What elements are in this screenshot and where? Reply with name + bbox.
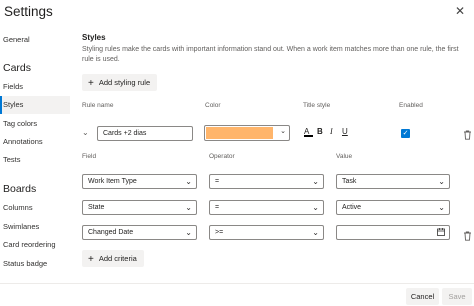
- criteria-date-picker[interactable]: [336, 225, 450, 240]
- nav-item-fields[interactable]: Fields: [0, 78, 70, 96]
- chevron-down-icon: ⌄: [438, 203, 445, 212]
- add-styling-rule-label: Add styling rule: [98, 78, 151, 87]
- footer-divider: [0, 283, 474, 284]
- chevron-down-icon: ⌄: [185, 177, 192, 186]
- criteria-value-value: Task: [342, 178, 357, 185]
- plus-icon: +: [88, 78, 94, 89]
- criteria-value-select[interactable]: Active ⌄: [336, 200, 450, 215]
- nav-item-card-reordering[interactable]: Card reordering: [0, 236, 70, 254]
- criteria-value-value: Active: [342, 204, 362, 211]
- nav-item-swimlanes[interactable]: Swimlanes: [0, 218, 70, 236]
- criteria-header-operator: Operator: [209, 153, 235, 160]
- nav-item-styles[interactable]: Styles: [0, 96, 70, 114]
- chevron-down-icon: ⌄: [185, 228, 192, 237]
- delete-rule-trash-icon[interactable]: [463, 127, 472, 145]
- section-description: Styling rules make the cards with import…: [82, 46, 459, 63]
- criteria-field-select[interactable]: State ⌄: [82, 200, 197, 215]
- criteria-field-value: State: [88, 204, 105, 211]
- add-criteria-label: Add criteria: [98, 254, 137, 263]
- criteria-field-value: Changed Date: [88, 229, 134, 236]
- expand-rule-chevron-icon[interactable]: ⌄: [82, 128, 89, 137]
- column-header-enabled: Enabled: [399, 102, 423, 109]
- chevron-down-icon: ⌄: [280, 128, 286, 135]
- criteria-operator-select[interactable]: = ⌄: [209, 200, 324, 215]
- criteria-header-field: Field: [82, 153, 97, 160]
- criteria-operator-value: =: [215, 204, 220, 211]
- page-title: Settings: [4, 4, 53, 19]
- check-icon: ✓: [402, 130, 409, 137]
- nav-item-tests[interactable]: Tests: [0, 151, 70, 169]
- criteria-operator-select[interactable]: = ⌄: [209, 174, 324, 189]
- column-header-rule-name: Rule name: [82, 102, 114, 109]
- criteria-operator-select[interactable]: >= ⌄: [209, 225, 324, 240]
- nav-item-status-badge[interactable]: Status badge: [0, 255, 70, 273]
- nav-item-general[interactable]: General: [0, 31, 70, 49]
- italic-button[interactable]: I: [330, 127, 333, 136]
- nav-item-columns[interactable]: Columns: [0, 199, 70, 217]
- add-styling-rule-button[interactable]: + Add styling rule: [82, 74, 158, 91]
- rule-color-picker[interactable]: ⌄: [204, 125, 290, 141]
- criteria-operator-value: =: [215, 178, 220, 185]
- criteria-field-select[interactable]: Work Item Type ⌄: [82, 174, 197, 189]
- rule-color-swatch: [206, 127, 273, 139]
- save-button[interactable]: Save: [442, 288, 472, 305]
- add-criteria-button[interactable]: + Add criteria: [82, 250, 144, 267]
- delete-criteria-trash-icon[interactable]: [463, 228, 472, 246]
- criteria-field-value: Work Item Type: [88, 178, 137, 185]
- cancel-button[interactable]: Cancel: [406, 288, 439, 305]
- nav-header-boards: Boards: [3, 183, 37, 195]
- enabled-checkbox[interactable]: ✓: [401, 129, 410, 138]
- criteria-operator-value: >=: [215, 229, 224, 236]
- nav-item-annotations[interactable]: Annotations: [0, 133, 70, 151]
- plus-icon: +: [88, 254, 94, 265]
- font-color-icon: A: [304, 127, 310, 136]
- column-header-title-style: Title style: [303, 102, 331, 109]
- chevron-down-icon: ⌄: [312, 177, 319, 186]
- close-icon[interactable]: ✕: [455, 5, 467, 17]
- column-header-color: Color: [205, 102, 221, 109]
- bold-button[interactable]: B: [317, 127, 323, 136]
- criteria-value-select[interactable]: Task ⌄: [336, 174, 450, 189]
- chevron-down-icon: ⌄: [185, 203, 192, 212]
- chevron-down-icon: ⌄: [312, 203, 319, 212]
- criteria-field-select[interactable]: Changed Date ⌄: [82, 225, 197, 240]
- calendar-icon: [437, 228, 445, 241]
- chevron-down-icon: ⌄: [312, 228, 319, 237]
- nav-header-cards: Cards: [3, 62, 32, 74]
- underline-button[interactable]: U: [342, 127, 348, 136]
- chevron-down-icon: ⌄: [438, 177, 445, 186]
- rule-name-input[interactable]: Cards +2 dias: [97, 126, 193, 141]
- font-color-button[interactable]: A: [304, 127, 313, 137]
- nav-item-tag-colors[interactable]: Tag colors: [0, 115, 70, 133]
- section-title: Styles: [82, 33, 106, 42]
- criteria-header-value: Value: [336, 153, 353, 160]
